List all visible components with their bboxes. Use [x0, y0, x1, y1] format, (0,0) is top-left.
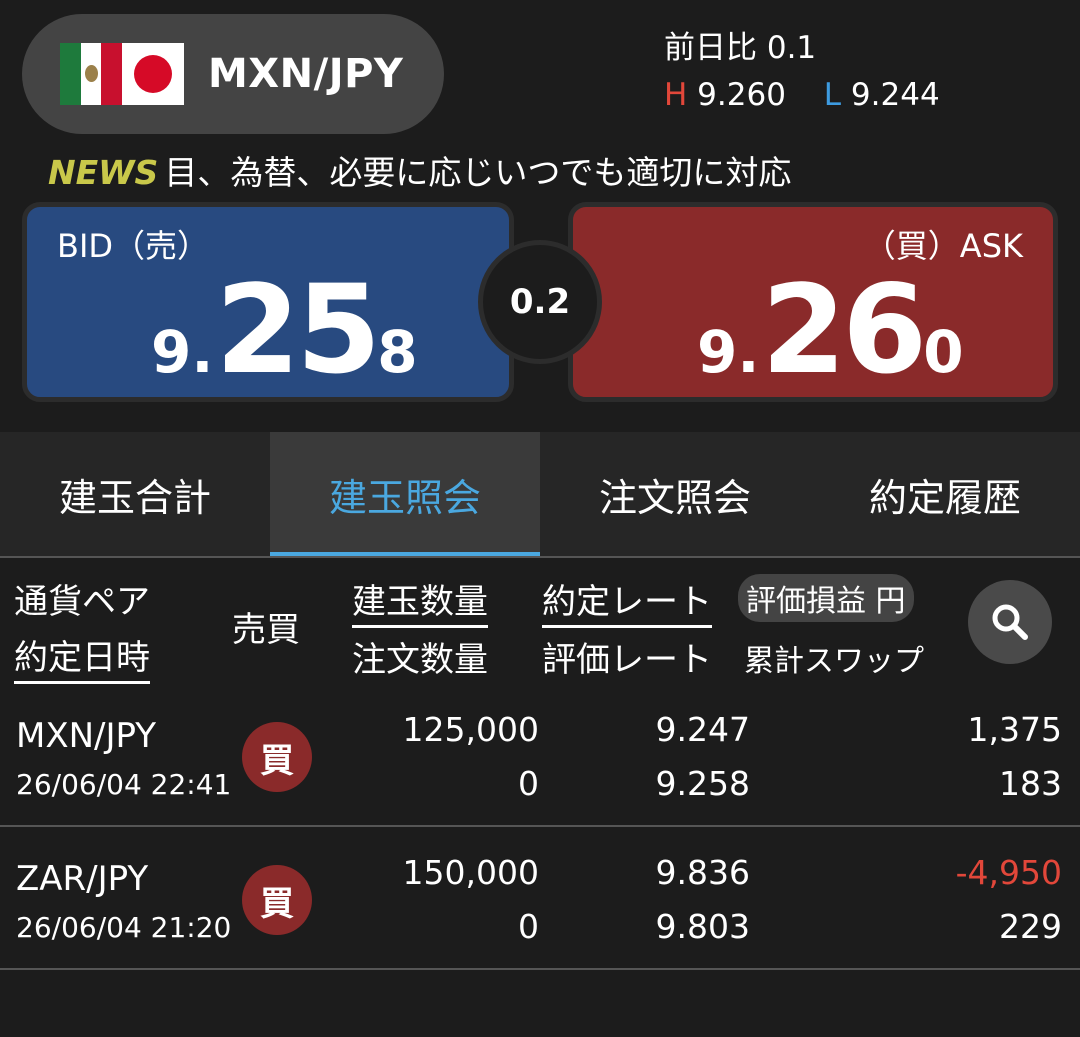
row-datetime: 26/06/04 22:41 — [16, 768, 232, 801]
row-eval-rate: 9.258 — [655, 764, 750, 803]
ask-price-dot: . — [737, 318, 760, 386]
search-icon — [992, 604, 1028, 640]
row-rate: 9.247 — [655, 710, 750, 749]
high-value: 9.260 — [697, 77, 786, 113]
previous-day-change: 前日比 0.1 — [664, 30, 817, 66]
row-qty: 150,000 — [402, 853, 539, 892]
row-swap: 229 — [999, 907, 1062, 946]
currency-pair-selector[interactable]: MXN/JPY — [22, 14, 444, 134]
search-button[interactable] — [968, 580, 1052, 664]
table-header: 通貨ペア 約定日時 売買 建玉数量 注文数量 約定レート 評価レート 評価損益 … — [0, 558, 1080, 684]
high-low-readout: H 9.260 L 9.244 — [664, 77, 940, 113]
column-side: 売買 — [232, 610, 300, 650]
bid-price-prefix: 9 — [151, 318, 192, 386]
mexico-flag-icon — [60, 43, 123, 105]
ask-price-prefix: 9 — [697, 318, 738, 386]
row-eval-rate: 9.803 — [655, 907, 750, 946]
tab-position-summary[interactable]: 建玉合計 — [0, 432, 270, 556]
buy-badge: 買 — [242, 722, 312, 792]
low-label: L — [823, 77, 842, 113]
column-order-qty: 注文数量 — [352, 640, 488, 680]
column-eval-rate: 評価レート — [542, 640, 712, 680]
japan-flag-icon — [122, 43, 184, 105]
row-order-qty: 0 — [518, 907, 539, 946]
row-rate: 9.836 — [655, 853, 750, 892]
news-tag: NEWS — [48, 153, 159, 192]
column-date-sort[interactable]: 約定日時 — [14, 630, 150, 684]
positions-list: MXN/JPY 26/06/04 22:41 買 125,000 0 9.247… — [0, 684, 1080, 970]
ask-buy-button[interactable]: （買）ASK 9. 26 0 — [568, 202, 1058, 402]
bid-label: BID（売） — [57, 227, 210, 265]
bid-price-dot: . — [191, 318, 214, 386]
row-swap: 183 — [999, 764, 1062, 803]
bid-price: 9. 25 8 — [151, 269, 418, 391]
table-row[interactable]: MXN/JPY 26/06/04 22:41 買 125,000 0 9.247… — [0, 684, 1080, 827]
row-pair: MXN/JPY — [16, 716, 157, 756]
row-datetime: 26/06/04 21:20 — [16, 911, 232, 944]
bid-sell-button[interactable]: BID（売） 9. 25 8 — [22, 202, 514, 402]
buy-badge: 買 — [242, 865, 312, 935]
bid-price-suffix: 8 — [377, 318, 418, 386]
tab-execution-history[interactable]: 約定履歴 — [810, 432, 1080, 556]
currency-pair-title: MXN/JPY — [208, 51, 404, 97]
high-label: H — [664, 77, 688, 113]
column-pair: 通貨ペア — [14, 582, 150, 622]
ask-price-suffix: 0 — [923, 318, 964, 386]
column-rate-sort[interactable]: 約定レート — [542, 574, 712, 628]
ask-price-main: 26 — [761, 259, 927, 401]
row-pl: -4,950 — [955, 853, 1062, 892]
spread-badge: 0.2 — [478, 240, 602, 364]
column-swap: 累計スワップ — [744, 644, 924, 679]
ask-price: 9. 26 0 — [697, 269, 964, 391]
row-qty: 125,000 — [402, 710, 539, 749]
tab-order-inquiry[interactable]: 注文照会 — [540, 432, 810, 556]
news-ticker[interactable]: NEWS 目、為替、必要に応じいつでも適切に対応 — [48, 146, 791, 194]
row-pair: ZAR/JPY — [16, 859, 149, 899]
bid-price-main: 25 — [215, 259, 381, 401]
column-qty-sort[interactable]: 建玉数量 — [352, 574, 488, 628]
table-row[interactable]: ZAR/JPY 26/06/04 21:20 買 150,000 0 9.836… — [0, 827, 1080, 970]
low-value: 9.244 — [850, 77, 940, 113]
row-order-qty: 0 — [518, 764, 539, 803]
position-tabs: 建玉合計 建玉照会 注文照会 約定履歴 — [0, 432, 1080, 556]
news-headline: 目、為替、必要に応じいつでも適切に対応 — [164, 153, 792, 192]
row-pl: 1,375 — [967, 710, 1062, 749]
column-pl-toggle[interactable]: 評価損益 円 — [738, 574, 914, 622]
tab-position-inquiry[interactable]: 建玉照会 — [270, 432, 540, 556]
